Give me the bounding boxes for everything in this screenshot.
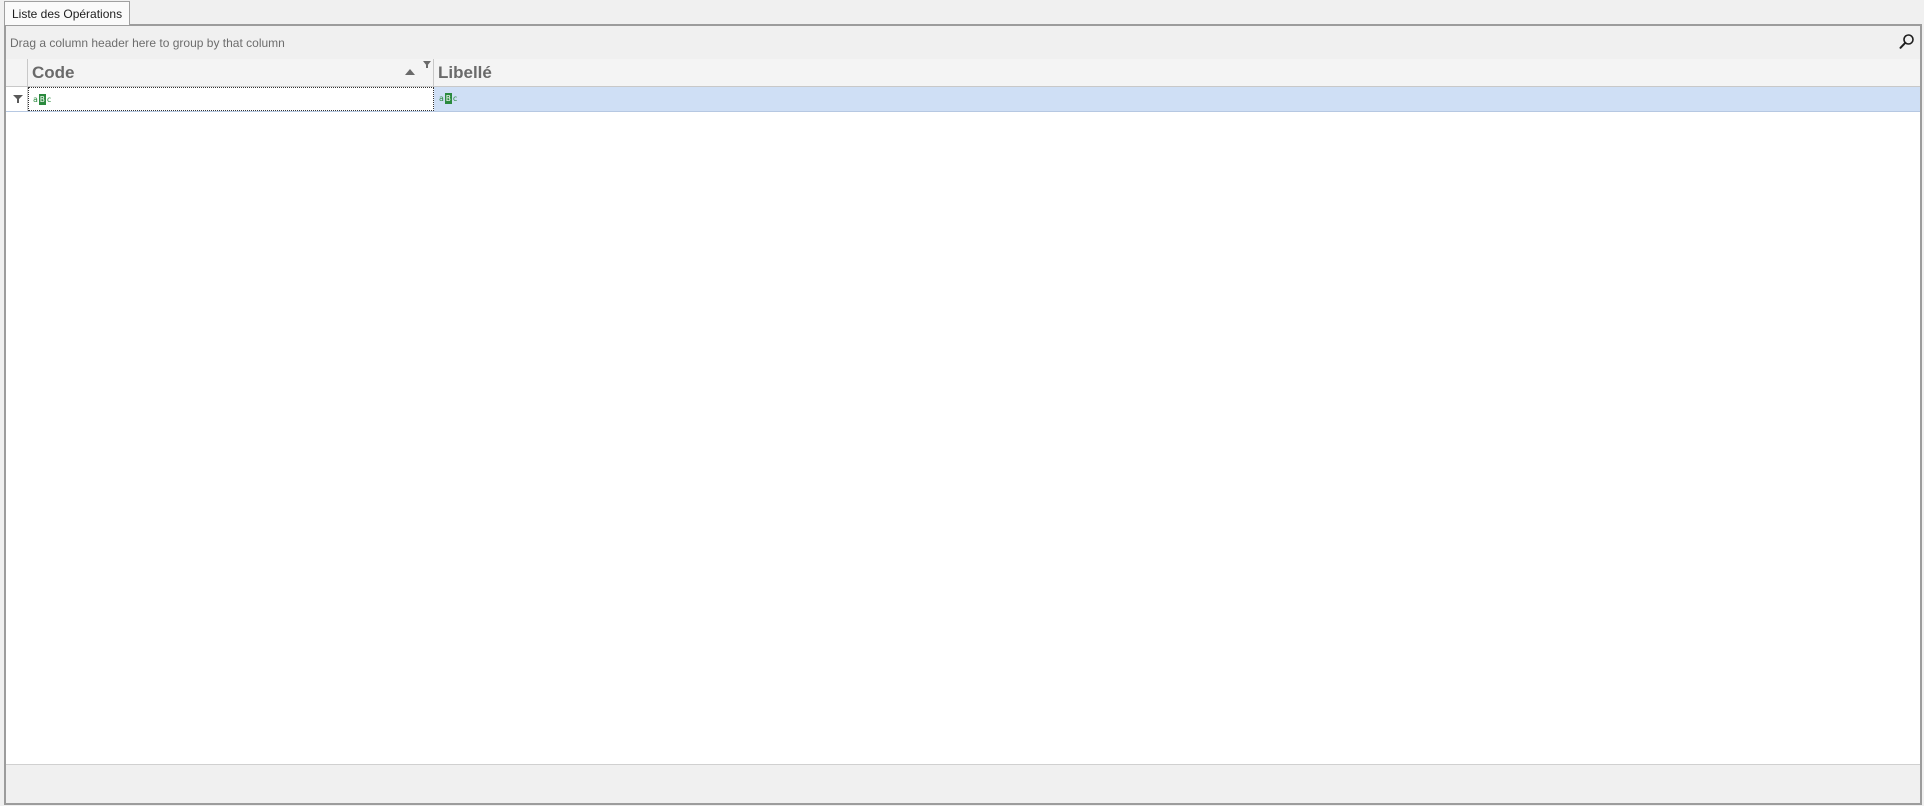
group-by-panel[interactable]: Drag a column header here to group by th… bbox=[6, 26, 1920, 60]
grid-footer bbox=[6, 764, 1920, 803]
search-icon[interactable] bbox=[1898, 33, 1916, 51]
abc-icon: aBc bbox=[33, 94, 52, 105]
filter-dropdown-icon[interactable] bbox=[423, 61, 431, 68]
grid-body[interactable] bbox=[6, 112, 1920, 765]
filter-cell-code[interactable]: aBc bbox=[28, 87, 434, 111]
abc-icon: aBc bbox=[439, 93, 458, 104]
column-header-libelle[interactable]: Libellé bbox=[434, 59, 1920, 86]
filter-row-indicator bbox=[6, 87, 28, 111]
grid-panel: Drag a column header here to group by th… bbox=[4, 24, 1922, 805]
filter-cell-libelle[interactable]: aBc bbox=[435, 87, 1920, 111]
sort-ascending-icon bbox=[405, 69, 415, 75]
tab-strip: Liste des Opérations bbox=[0, 0, 1924, 25]
column-header-row: Code Libellé bbox=[6, 59, 1920, 87]
column-header-code[interactable]: Code bbox=[28, 59, 434, 86]
funnel-icon bbox=[13, 95, 23, 103]
column-header-libelle-label: Libellé bbox=[438, 63, 492, 82]
auto-filter-row: aBc aBc bbox=[6, 87, 1920, 112]
tab-liste-des-operations[interactable]: Liste des Opérations bbox=[4, 1, 131, 25]
header-indicator-cell bbox=[6, 59, 28, 86]
column-header-code-label: Code bbox=[32, 63, 75, 82]
group-by-hint: Drag a column header here to group by th… bbox=[10, 36, 285, 50]
